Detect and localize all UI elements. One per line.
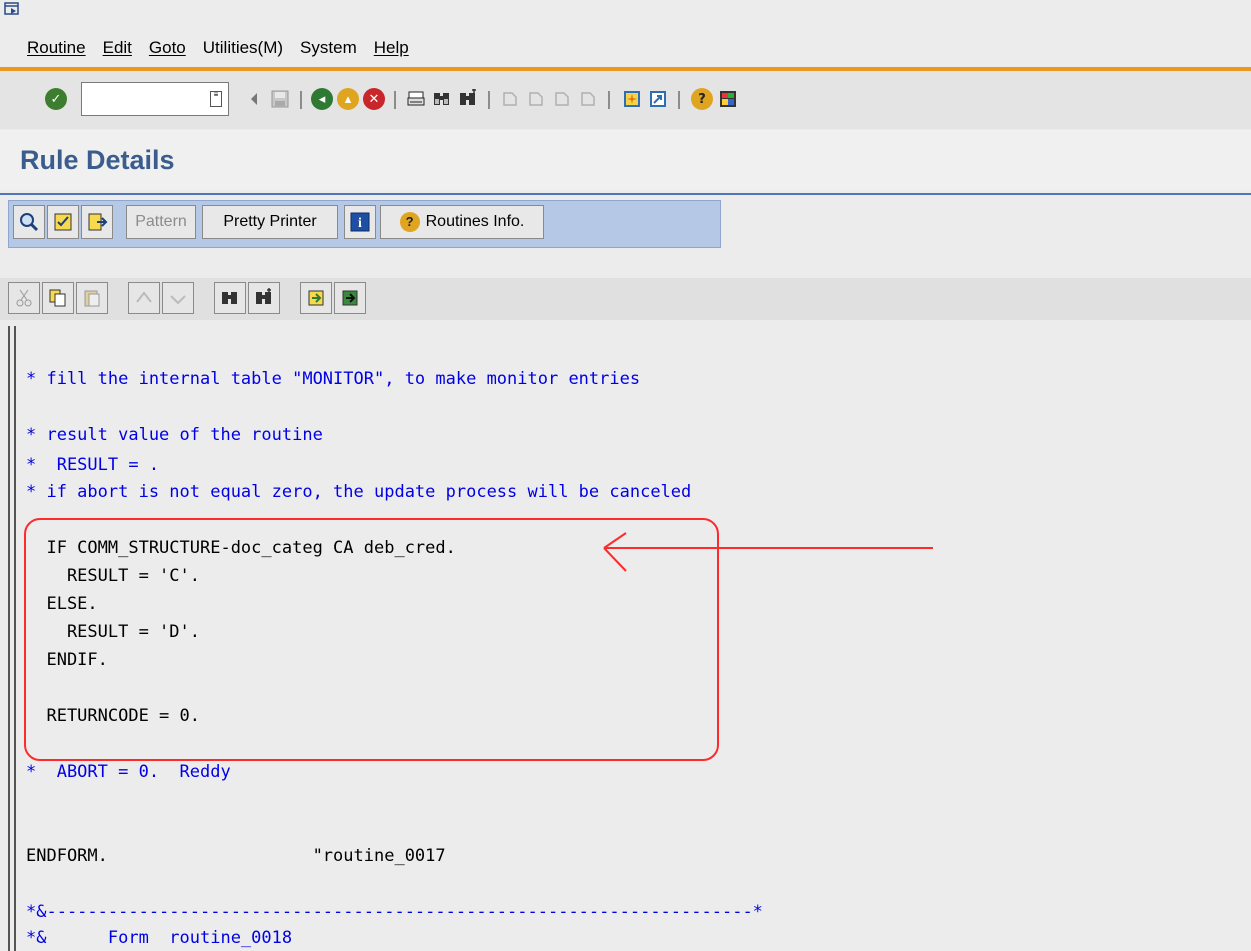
info-icon: i xyxy=(350,212,370,232)
command-input[interactable] xyxy=(82,83,210,115)
menu-edit[interactable]: Edit xyxy=(103,38,132,58)
export-to-file-button[interactable] xyxy=(334,282,366,314)
page-title: Rule Details xyxy=(20,145,175,175)
back-icon[interactable]: ◂ xyxy=(310,87,334,111)
find-next-button[interactable] xyxy=(248,282,280,314)
shortcut-icon[interactable] xyxy=(646,87,670,111)
find-next-icon[interactable] xyxy=(456,87,480,111)
menu-utilities[interactable]: Utilities(M) xyxy=(203,38,283,58)
undo-icon xyxy=(136,291,152,303)
exit-icon[interactable]: ▴ xyxy=(336,87,360,111)
title-separator xyxy=(0,193,1251,195)
cancel-icon[interactable]: ✕ xyxy=(362,87,386,111)
toolbar-separator xyxy=(608,91,610,109)
insert-from-file-button[interactable] xyxy=(300,282,332,314)
toolbar-separator xyxy=(300,91,302,109)
pattern-button: Pattern xyxy=(126,205,196,239)
svg-text:i: i xyxy=(358,216,362,231)
check-syntax-button[interactable] xyxy=(47,205,79,239)
print-icon[interactable] xyxy=(404,87,428,111)
code-line: ENDFORM. "routine_0017 xyxy=(26,846,446,866)
magnifier-icon xyxy=(20,213,39,232)
editor-margin-line xyxy=(14,326,16,951)
paste-icon xyxy=(84,290,100,307)
display-object-list-button[interactable] xyxy=(13,205,45,239)
collapse-arrow-icon[interactable] xyxy=(242,87,266,111)
code-line: * if abort is not equal zero, the update… xyxy=(26,482,692,502)
command-field[interactable]: ≡ xyxy=(81,82,229,116)
menu-routine[interactable]: Routine xyxy=(27,38,86,58)
where-used-button[interactable] xyxy=(81,205,113,239)
toolbar-separator xyxy=(488,91,490,109)
menu-system[interactable]: System xyxy=(300,38,357,58)
code-line: *&--------------------------------------… xyxy=(26,902,763,922)
find-icon[interactable] xyxy=(430,87,454,111)
code-line: * ABORT = 0. Reddy xyxy=(26,762,231,782)
code-line: * RESULT = . xyxy=(26,455,160,475)
copy-icon xyxy=(49,289,66,307)
menu-bar: Routine Edit Goto Utilities(M) System He… xyxy=(0,0,1251,70)
binoculars-next-icon xyxy=(256,288,271,304)
scissors-icon xyxy=(16,289,32,307)
insert-icon xyxy=(308,290,324,306)
binoculars-icon xyxy=(222,292,237,304)
annotation-arrow-icon xyxy=(603,532,933,572)
undo-button xyxy=(128,282,160,314)
next-page-icon xyxy=(550,87,574,111)
previous-page-icon xyxy=(524,87,548,111)
create-session-icon[interactable] xyxy=(620,87,644,111)
redo-icon xyxy=(170,295,186,305)
copy-button[interactable] xyxy=(42,282,74,314)
export-icon xyxy=(342,290,358,306)
code-line: *& Form routine_0018 xyxy=(26,928,293,948)
help-icon[interactable]: ? xyxy=(690,87,714,111)
find-button[interactable] xyxy=(214,282,246,314)
where-used-icon xyxy=(88,213,108,231)
cut-button xyxy=(8,282,40,314)
toolbar-separator xyxy=(394,91,396,109)
routines-info-button[interactable]: ? Routines Info. xyxy=(380,205,544,239)
first-page-icon xyxy=(498,87,522,111)
customize-layout-icon[interactable] xyxy=(716,87,740,111)
code-line: * result value of the routine xyxy=(26,425,323,445)
redo-button xyxy=(162,282,194,314)
menu-help[interactable]: Help xyxy=(374,38,409,58)
help-icon: ? xyxy=(399,212,420,232)
paste-button xyxy=(76,282,108,314)
window-menu-icon[interactable] xyxy=(4,2,20,16)
routines-info-label: Routines Info. xyxy=(425,213,525,230)
menu-goto[interactable]: Goto xyxy=(149,38,186,58)
title-area xyxy=(0,130,1251,190)
menu-items: Routine Edit Goto Utilities(M) System He… xyxy=(27,38,426,58)
info-button[interactable]: i xyxy=(344,205,376,239)
pretty-printer-button[interactable]: Pretty Printer xyxy=(202,205,338,239)
enter-icon[interactable]: ✓ xyxy=(44,87,68,111)
last-page-icon xyxy=(576,87,600,111)
save-icon xyxy=(268,87,292,111)
code-line: * fill the internal table "MONITOR", to … xyxy=(26,369,641,389)
toolbar-separator xyxy=(678,91,680,109)
command-history-icon[interactable]: ≡ xyxy=(210,91,222,107)
check-icon xyxy=(54,213,72,231)
